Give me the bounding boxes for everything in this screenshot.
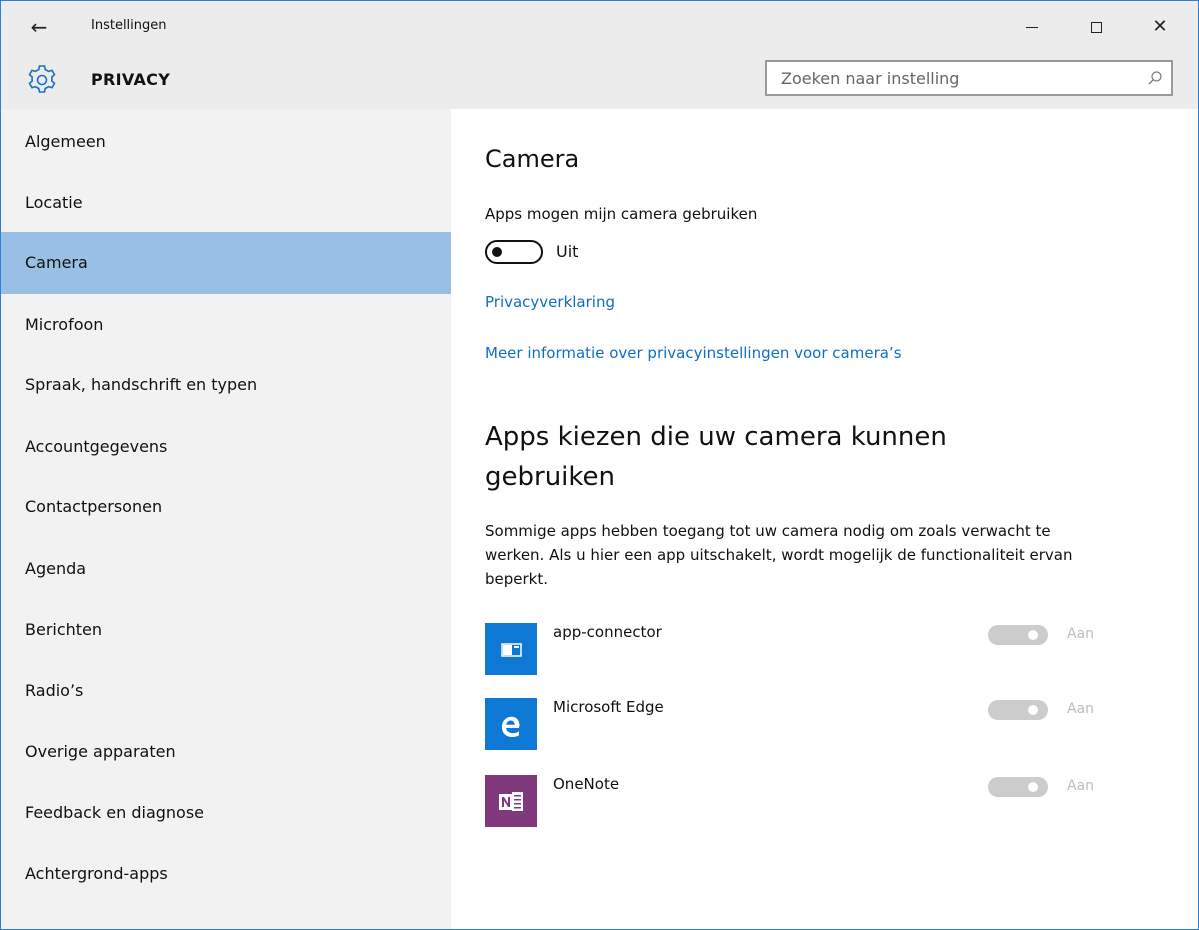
close-icon: ✕ <box>1152 16 1168 37</box>
search-icon[interactable] <box>1147 70 1163 86</box>
search-box[interactable] <box>765 60 1173 96</box>
search-input[interactable] <box>767 62 1137 94</box>
camera-toggle-label: Apps mogen mijn camera gebruiken <box>485 205 758 223</box>
sidebar-item-spraak[interactable]: Spraak, handschrift en typen <box>1 354 451 416</box>
sidebar-item-radios[interactable]: Radio’s <box>1 660 451 722</box>
sidebar-item-algemeen[interactable]: Algemeen <box>1 111 451 173</box>
apps-heading: Apps kiezen die uw camera kunnen gebruik… <box>485 422 947 492</box>
app-name: Microsoft Edge <box>553 698 664 716</box>
minimize-icon <box>1026 27 1038 28</box>
gear-icon <box>28 65 56 93</box>
app-toggle-state: Aan <box>1067 701 1095 717</box>
app-name: app-connector <box>553 623 662 641</box>
title-bar: ← Instellingen ✕ <box>1 1 1198 53</box>
app-connector-toggle <box>988 625 1048 645</box>
close-button[interactable]: ✕ <box>1137 9 1183 45</box>
sidebar-item-camera[interactable]: Camera <box>1 232 451 294</box>
app-toggle-state: Aan <box>1067 626 1095 642</box>
maximize-button[interactable] <box>1073 9 1119 45</box>
more-info-link[interactable]: Meer informatie over privacyinstellingen… <box>485 344 902 362</box>
sidebar-item-accountgegevens[interactable]: Accountgegevens <box>1 416 451 478</box>
sidebar-item-locatie[interactable]: Locatie <box>1 172 451 234</box>
toggle-knob <box>492 247 502 257</box>
app-row-app-connector: app-connector Aan <box>485 623 1165 675</box>
app-row-microsoft-edge: Microsoft Edge Aan <box>485 698 1165 750</box>
page-title: PRIVACY <box>91 70 171 89</box>
toggle-knob <box>1028 782 1038 792</box>
camera-toggle-state: Uit <box>556 242 579 261</box>
section-heading: Camera <box>485 145 580 173</box>
settings-header: PRIVACY <box>1 53 1198 109</box>
maximize-icon <box>1090 22 1102 33</box>
sidebar-item-microfoon[interactable]: Microfoon <box>1 294 451 356</box>
app-connector-icon <box>485 623 537 675</box>
back-button[interactable]: ← <box>23 11 55 43</box>
sidebar-item-achtergrond-apps[interactable]: Achtergrond-apps <box>1 843 451 905</box>
toggle-knob <box>1028 630 1038 640</box>
sidebar-item-agenda[interactable]: Agenda <box>1 538 451 600</box>
arrow-left-icon: ← <box>30 15 48 39</box>
app-name: OneNote <box>553 775 620 793</box>
sidebar-item-overige-apparaten[interactable]: Overige apparaten <box>1 721 451 783</box>
onenote-icon <box>485 775 537 827</box>
app-toggle-state: Aan <box>1067 778 1095 794</box>
privacy-statement-link[interactable]: Privacyverklaring <box>485 293 615 311</box>
minimize-button[interactable] <box>1009 9 1055 45</box>
app-row-onenote: OneNote Aan <box>485 775 1165 827</box>
sidebar-item-feedback[interactable]: Feedback en diagnose <box>1 782 451 844</box>
apps-description: Sommige apps hebben toegang tot uw camer… <box>485 522 1073 588</box>
toggle-knob <box>1028 705 1038 715</box>
sidebar-item-berichten[interactable]: Berichten <box>1 599 451 661</box>
window-title: Instellingen <box>91 18 167 33</box>
onenote-toggle <box>988 777 1048 797</box>
sidebar: Algemeen Locatie Camera Microfoon Spraak… <box>1 109 451 929</box>
camera-toggle[interactable] <box>485 240 543 264</box>
main-content: Camera Apps mogen mijn camera gebruiken … <box>451 109 1198 929</box>
edge-icon <box>485 698 537 750</box>
settings-window: ← Instellingen ✕ PRIVACY Zoeken naar ins… <box>0 0 1199 930</box>
sidebar-item-contactpersonen[interactable]: Contactpersonen <box>1 476 451 538</box>
microsoft-edge-toggle <box>988 700 1048 720</box>
